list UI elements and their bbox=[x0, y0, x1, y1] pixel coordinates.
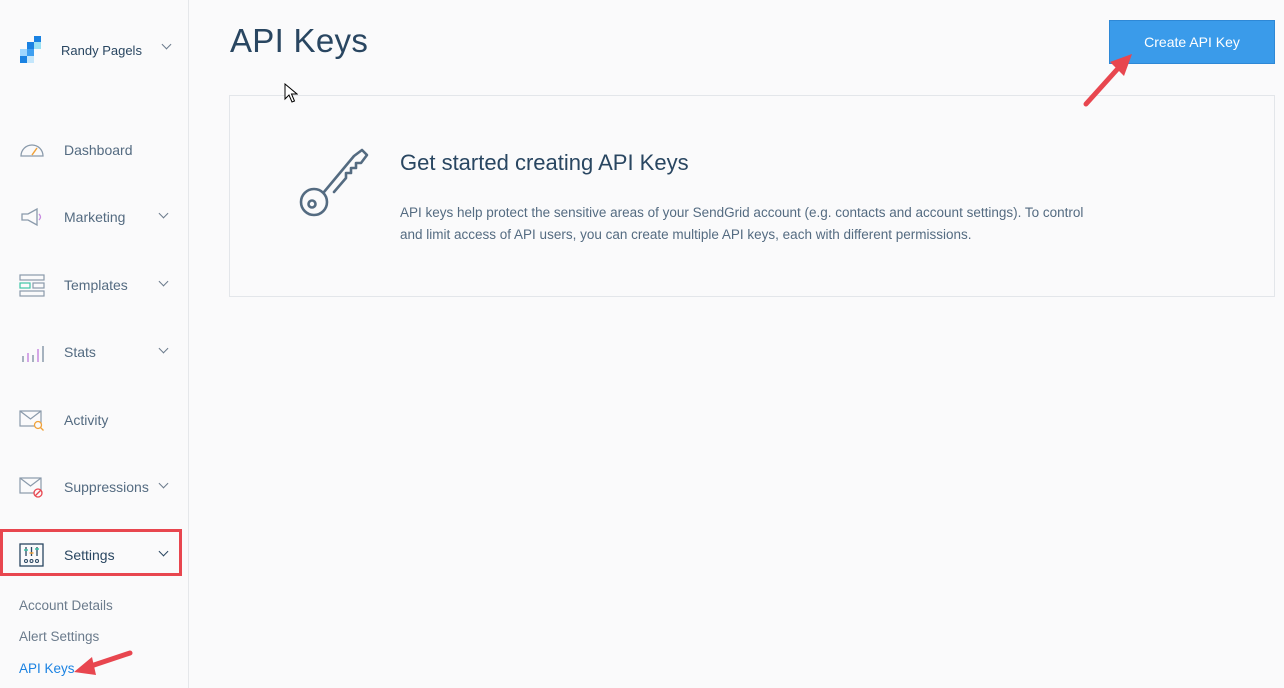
nav-item-marketing[interactable]: Marketing bbox=[0, 195, 180, 239]
subnav-account-details[interactable]: Account Details bbox=[19, 598, 113, 613]
gauge-icon bbox=[20, 144, 44, 157]
nav-label-dashboard: Dashboard bbox=[64, 142, 133, 158]
empty-state-card: Get started creating API Keys API keys h… bbox=[229, 95, 1275, 297]
chevron-down-icon bbox=[158, 276, 169, 287]
empty-state-heading: Get started creating API Keys bbox=[400, 150, 689, 175]
nav-item-stats[interactable]: Stats bbox=[0, 330, 180, 374]
nav-item-settings[interactable]: Settings bbox=[0, 533, 180, 577]
chevron-down-icon bbox=[158, 546, 169, 557]
templates-icon bbox=[19, 274, 45, 297]
settings-sliders-icon bbox=[19, 543, 44, 567]
nav-label-templates: Templates bbox=[64, 277, 128, 293]
create-api-key-button[interactable]: Create API Key bbox=[1109, 20, 1275, 64]
account-switcher[interactable]: Randy Pagels bbox=[20, 35, 180, 65]
nav-item-dashboard[interactable]: Dashboard bbox=[0, 128, 180, 172]
chevron-down-icon bbox=[158, 208, 169, 219]
megaphone-icon bbox=[21, 207, 42, 227]
nav-item-templates[interactable]: Templates bbox=[0, 263, 180, 307]
account-name: Randy Pagels bbox=[61, 42, 142, 58]
page-title: API Keys bbox=[230, 22, 369, 59]
sidebar: Randy Pagels Dashboard Marketing Templat… bbox=[0, 0, 189, 688]
key-icon bbox=[299, 148, 369, 217]
empty-state-description: API keys help protect the sensitive area… bbox=[400, 205, 1084, 242]
chevron-down-icon bbox=[161, 39, 172, 50]
subnav-alert-settings[interactable]: Alert Settings bbox=[19, 629, 99, 644]
stats-icon bbox=[22, 346, 44, 362]
mail-search-icon bbox=[19, 410, 44, 431]
nav-label-suppressions: Suppressions bbox=[64, 479, 149, 495]
nav-item-activity[interactable]: Activity bbox=[0, 398, 180, 442]
nav-item-suppressions[interactable]: Suppressions bbox=[0, 465, 180, 509]
nav-label-activity: Activity bbox=[64, 412, 109, 428]
nav-label-stats: Stats bbox=[64, 344, 96, 360]
nav-label-settings: Settings bbox=[64, 547, 115, 563]
sendgrid-logo-icon bbox=[20, 36, 48, 64]
mail-blocked-icon bbox=[19, 477, 43, 498]
nav-label-marketing: Marketing bbox=[64, 209, 126, 225]
chevron-down-icon bbox=[158, 478, 169, 489]
chevron-down-icon bbox=[158, 343, 169, 354]
subnav-api-keys[interactable]: API Keys bbox=[19, 661, 75, 676]
